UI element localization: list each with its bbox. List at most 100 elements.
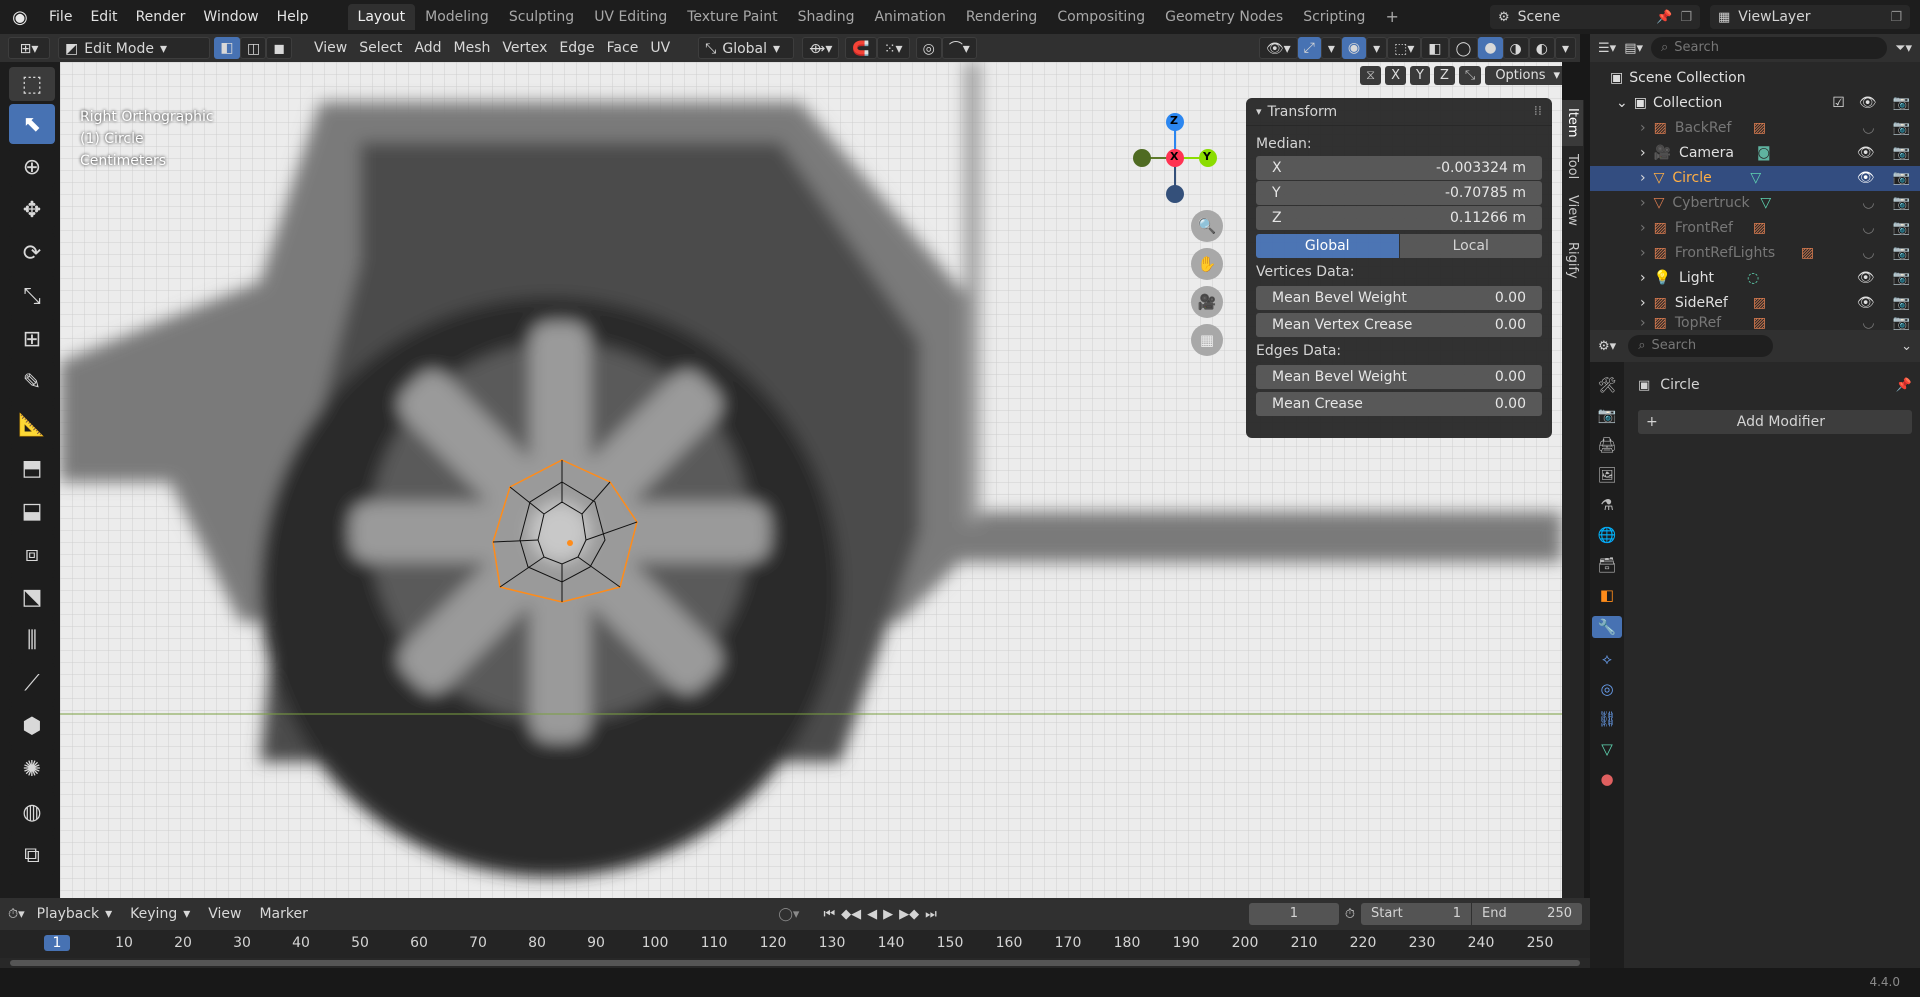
scene-properties-icon[interactable]: ⚗ (1600, 496, 1613, 514)
camera-render-icon[interactable]: 📷 (1893, 166, 1910, 191)
play-reverse-icon[interactable]: ◀ (867, 907, 877, 922)
chevron-down-icon[interactable]: ▾ (1366, 37, 1388, 59)
play-icon[interactable]: ▶ (883, 907, 893, 922)
eye-hidden-icon[interactable]: ◡ (1862, 241, 1874, 266)
edge-bevel-weight-field[interactable]: Mean Bevel Weight 0.00 (1256, 365, 1542, 389)
xray-icon[interactable]: ◧ (1421, 37, 1449, 59)
chevron-down-icon[interactable]: ▾ (1320, 37, 1342, 59)
menu-edit[interactable]: Edit (81, 5, 126, 29)
chevron-down-icon[interactable]: ⌄ (1616, 91, 1628, 116)
mirror-y-toggle[interactable]: Y (1410, 66, 1430, 85)
spin-tool-icon[interactable]: ✺ (9, 749, 55, 789)
scale-tool-icon[interactable]: ⤡ (9, 276, 55, 316)
menu-add[interactable]: Add (408, 37, 447, 59)
view-layer-properties-icon[interactable]: 🖼 (1597, 466, 1616, 484)
pan-hand-icon[interactable]: ✋ (1191, 248, 1223, 280)
render-properties-icon[interactable]: 📷 (1598, 406, 1617, 424)
prev-keyframe-icon[interactable]: ◆◀ (841, 907, 861, 922)
wireframe-shading-icon[interactable]: ◯ (1448, 37, 1479, 59)
eye-hidden-icon[interactable]: ◡ (1862, 191, 1874, 216)
display-mode-icon[interactable]: ▤▾ (1624, 41, 1643, 56)
properties-search[interactable]: ⌕ Search (1628, 335, 1774, 357)
camera-render-icon[interactable]: 📷 (1893, 141, 1910, 166)
view-layer-selector[interactable]: ▦ ViewLayer ❐ (1710, 5, 1910, 29)
tab-shading[interactable]: Shading (788, 4, 865, 30)
rotate-tool-icon[interactable]: ⟳ (9, 233, 55, 273)
jump-end-icon[interactable]: ⏭ (925, 907, 937, 922)
menu-face[interactable]: Face (601, 37, 645, 59)
visibility-icon[interactable]: 👁▾ (1258, 37, 1298, 59)
knife-tool-icon[interactable]: ⟋ (9, 663, 55, 703)
outliner-item-light[interactable]: › 💡 Light ◌ 👁 📷 (1590, 266, 1920, 291)
chevron-right-icon[interactable]: › (1640, 141, 1646, 166)
chevron-right-icon[interactable]: › (1640, 241, 1646, 266)
3d-viewport[interactable]: Right Orthographic (1) Circle Centimeter… (60, 62, 1562, 898)
add-cube-tool-icon[interactable]: ⬒ (9, 448, 55, 488)
poly-build-tool-icon[interactable]: ⬢ (9, 706, 55, 746)
output-properties-icon[interactable]: 🖨 (1597, 436, 1616, 454)
filter-icon[interactable]: ⏷▾ (1895, 41, 1912, 56)
edge-select-icon[interactable]: ◫ (240, 37, 266, 59)
tab-tool[interactable]: Tool (1562, 146, 1583, 187)
median-z-field[interactable]: Z 0.11266 m (1256, 206, 1542, 230)
mirror-x-toggle[interactable]: X (1385, 66, 1407, 85)
select-tool-icon[interactable]: ⬉ (9, 104, 55, 144)
tool-settings-icon[interactable]: 🛠 (1597, 376, 1616, 394)
tab-rigify[interactable]: Rigify (1562, 234, 1583, 287)
falloff-icon[interactable]: ⌒▾ (941, 37, 977, 59)
world-properties-icon[interactable]: 🌐 (1598, 526, 1617, 544)
median-y-field[interactable]: Y -0.70785 m (1256, 181, 1542, 205)
tab-rendering[interactable]: Rendering (956, 4, 1048, 30)
bevel-tool-icon[interactable]: ⬔ (9, 577, 55, 617)
navigation-gizmo[interactable]: Z Y X (1120, 102, 1240, 222)
eye-icon[interactable]: 👁 (1857, 291, 1875, 316)
options-dropdown[interactable]: Options ▾ (1485, 66, 1562, 85)
menu-vertex[interactable]: Vertex (496, 37, 553, 59)
solid-shading-icon[interactable]: ● (1478, 37, 1503, 59)
chevron-right-icon[interactable]: › (1640, 216, 1646, 241)
chevron-right-icon[interactable]: › (1640, 266, 1646, 291)
editor-type-icon[interactable]: ⊞▾ (8, 37, 50, 59)
auto-keying-icon[interactable]: ◯▾ (778, 907, 799, 922)
mode-selector[interactable]: ◩ Edit Mode ▾ (58, 37, 210, 59)
menu-uv[interactable]: UV (644, 37, 676, 59)
tab-compositing[interactable]: Compositing (1047, 4, 1155, 30)
tab-item[interactable]: Item (1562, 100, 1583, 146)
tab-view[interactable]: View (1562, 187, 1583, 234)
outliner-item-frontref[interactable]: › ▨ FrontRef ▨ ◡ 📷 (1590, 216, 1920, 241)
timeline-view-menu[interactable]: View (202, 903, 247, 925)
outliner-item-circle[interactable]: › ▽ Circle ▽ 👁 📷 (1590, 166, 1920, 191)
orientation-selector[interactable]: ⤡ Global ▾ (698, 37, 795, 59)
current-frame-marker[interactable]: 1 (44, 935, 70, 951)
chevron-right-icon[interactable]: › (1640, 316, 1646, 330)
perspective-grid-icon[interactable]: ▦ (1191, 324, 1223, 356)
chevron-right-icon[interactable]: › (1640, 291, 1646, 316)
global-toggle[interactable]: Global (1256, 234, 1399, 258)
material-shading-icon[interactable]: ◑ (1502, 37, 1529, 59)
vertex-select-icon[interactable]: ◧ (214, 37, 240, 59)
outliner-item-sideref[interactable]: › ▨ SideRef ▨ 👁 📷 (1590, 291, 1920, 316)
snap-target-icon[interactable]: ⁙▾ (876, 37, 910, 59)
chevron-down-icon[interactable]: ⌄ (1901, 339, 1912, 354)
outliner-item-cybertruck[interactable]: › ▽ Cybertruck ▽ ◡ 📷 (1590, 191, 1920, 216)
chevron-right-icon[interactable]: › (1640, 166, 1646, 191)
overlay-toggle-icon[interactable]: ◉ (1341, 37, 1367, 59)
end-frame-field[interactable]: End 250 (1472, 903, 1582, 925)
camera-render-icon[interactable]: 📷 (1893, 266, 1910, 291)
tab-uv-editing[interactable]: UV Editing (584, 4, 677, 30)
data-properties-icon[interactable]: ▽ (1601, 740, 1613, 758)
eye-hidden-icon[interactable]: ◡ (1862, 216, 1874, 241)
collection-row[interactable]: ⌄ ▣ Collection ☑ 👁 📷 (1590, 91, 1920, 116)
menu-view[interactable]: View (308, 37, 353, 59)
chevron-right-icon[interactable]: › (1640, 191, 1646, 216)
pin-icon[interactable]: 📌 (1896, 378, 1912, 393)
tab-sculpting[interactable]: Sculpting (499, 4, 584, 30)
start-frame-field[interactable]: Start 1 (1361, 903, 1471, 925)
menu-help[interactable]: Help (268, 5, 318, 29)
eye-icon[interactable]: 👁 (1859, 91, 1877, 116)
cursor-tool-icon[interactable]: ⊕ (9, 147, 55, 187)
jump-start-icon[interactable]: ⏮ (823, 907, 835, 922)
gizmo-toggle-icon[interactable]: ⤢ (1297, 37, 1321, 59)
local-toggle[interactable]: Local (1399, 234, 1542, 258)
tab-modeling[interactable]: Modeling (415, 4, 499, 30)
